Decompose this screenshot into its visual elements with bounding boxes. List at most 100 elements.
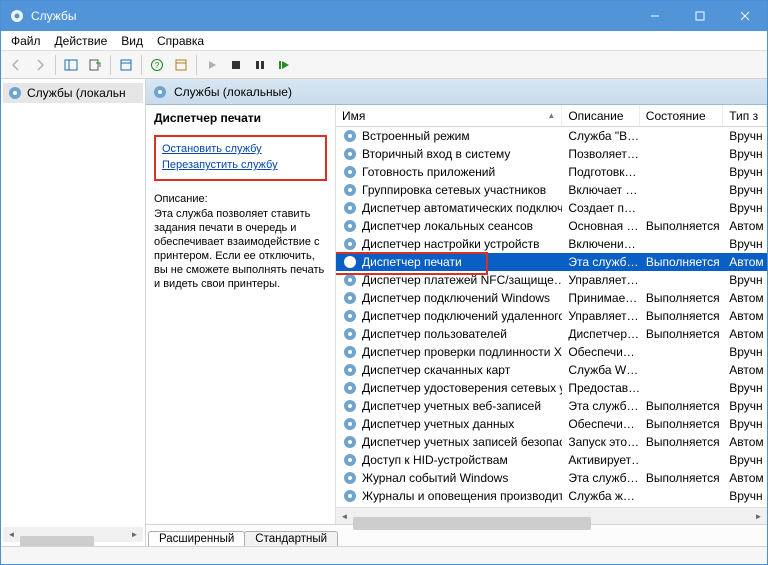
cell-name: Вторичный вход в систему — [336, 145, 562, 163]
column-name[interactable]: Имя▲ — [336, 105, 562, 126]
table-row[interactable]: Диспетчер платежей NFC/защище…Управляет…… — [336, 271, 767, 289]
menu-help[interactable]: Справка — [151, 32, 210, 50]
table-row[interactable]: Диспетчер подключений удаленного…Управля… — [336, 307, 767, 325]
cell-state — [640, 127, 723, 145]
table-row[interactable]: Диспетчер удостоверения сетевых уч…Предо… — [336, 379, 767, 397]
gear-icon — [342, 380, 358, 396]
cell-state: Выполняется — [640, 433, 723, 451]
cell-description: Запуск это… — [562, 433, 639, 451]
column-state[interactable]: Состояние — [640, 105, 723, 126]
cell-name: Диспетчер учетных данных — [336, 415, 562, 433]
menu-view[interactable]: Вид — [115, 32, 149, 50]
menu-file[interactable]: Файл — [5, 32, 47, 50]
cell-description: Создает п… — [562, 199, 639, 217]
tab-standard[interactable]: Стандартный — [244, 531, 338, 546]
sort-arrow-icon: ▲ — [547, 111, 555, 120]
table-row[interactable]: Диспетчер учетных данныхОбеспечи…Выполня… — [336, 415, 767, 433]
maximize-button[interactable] — [677, 1, 722, 31]
menu-action[interactable]: Действие — [49, 32, 114, 50]
cell-type: Вручн — [723, 397, 767, 415]
pause-service-button[interactable] — [249, 54, 271, 76]
refresh-button[interactable] — [115, 54, 137, 76]
scroll-thumb[interactable] — [20, 536, 94, 547]
cell-state — [640, 163, 723, 181]
cell-description: Управляет… — [562, 307, 639, 325]
cell-name: Группировка сетевых участников — [336, 181, 562, 199]
cell-type: Вручн — [723, 127, 767, 145]
restart-service-button[interactable] — [273, 54, 295, 76]
cell-type: Вручн — [723, 487, 767, 505]
cell-state — [640, 235, 723, 253]
cell-name: Диспетчер подключений Windows — [336, 289, 562, 307]
export-list-button[interactable] — [84, 54, 106, 76]
cell-description: Служба ж… — [562, 487, 639, 505]
services-window: Службы Файл Действие Вид Справка ? — [0, 0, 768, 565]
table-row[interactable]: Диспетчер учетных записей безопасн…Запус… — [336, 433, 767, 451]
restart-service-link[interactable]: Перезапустить службу — [162, 157, 319, 173]
help-button[interactable]: ? — [146, 54, 168, 76]
table-row[interactable]: Встроенный режимСлужба "В…Вручн — [336, 127, 767, 145]
tab-extended[interactable]: Расширенный — [148, 531, 245, 546]
table-row[interactable]: Группировка сетевых участниковВключает …… — [336, 181, 767, 199]
table-row[interactable]: Журналы и оповещения производите…Служба … — [336, 487, 767, 505]
cell-type: Вручн — [723, 379, 767, 397]
list-horizontal-scrollbar[interactable]: ◄ ► — [336, 507, 767, 524]
column-startup-type[interactable]: Тип з — [723, 105, 767, 126]
column-description[interactable]: Описание — [562, 105, 639, 126]
content-pane: Службы (локальные) Диспетчер печати Оста… — [146, 79, 767, 546]
cell-description: Управляет… — [562, 271, 639, 289]
scroll-right-button[interactable]: ► — [126, 527, 143, 542]
separator — [55, 55, 56, 75]
cell-state — [640, 199, 723, 217]
table-row[interactable]: Вторичный вход в системуПозволяет…Вручн — [336, 145, 767, 163]
gear-icon — [342, 470, 358, 486]
minimize-button[interactable] — [632, 1, 677, 31]
table-row[interactable]: Журнал событий WindowsЭта служб…Выполняе… — [336, 469, 767, 487]
gear-icon — [342, 488, 358, 504]
toolbar: ? — [1, 51, 767, 79]
list-rows[interactable]: Встроенный режимСлужба "В…ВручнВторичный… — [336, 127, 767, 507]
scroll-right-button[interactable]: ► — [750, 508, 767, 525]
svg-text:?: ? — [155, 61, 160, 70]
table-row[interactable]: Диспетчер локальных сеансовОсновная …Вып… — [336, 217, 767, 235]
nav-back-button[interactable] — [5, 54, 27, 76]
start-service-button[interactable] — [201, 54, 223, 76]
cell-state — [640, 451, 723, 469]
table-row[interactable]: Диспетчер печатиЭта служб…ВыполняетсяАвт… — [336, 253, 767, 271]
tree-item-services-local[interactable]: Службы (локальн — [3, 83, 143, 103]
stop-service-button[interactable] — [225, 54, 247, 76]
table-row[interactable]: Диспетчер проверки подлинности X…Обеспеч… — [336, 343, 767, 361]
tree-horizontal-scrollbar[interactable]: ◄ ► — [3, 527, 143, 542]
stop-service-link[interactable]: Остановить службу — [162, 141, 319, 157]
table-row[interactable]: Диспетчер пользователейДиспетчер…Выполня… — [336, 325, 767, 343]
cell-type: Вручн — [723, 145, 767, 163]
table-row[interactable]: Диспетчер подключений WindowsПринимае…Вы… — [336, 289, 767, 307]
content-header: Службы (локальные) — [146, 79, 767, 105]
close-button[interactable] — [722, 1, 767, 31]
cell-type: Автом — [723, 253, 767, 271]
cell-description: Предостав… — [562, 379, 639, 397]
properties-button[interactable] — [170, 54, 192, 76]
tree-item-label: Службы (локальн — [27, 86, 126, 100]
gear-icon — [342, 182, 358, 198]
scroll-left-button[interactable]: ◄ — [3, 527, 20, 542]
table-row[interactable]: Доступ к HID-устройствамАктивирует…Вручн — [336, 451, 767, 469]
menubar: Файл Действие Вид Справка — [1, 31, 767, 51]
table-row[interactable]: Диспетчер учетных веб-записейЭта служб…В… — [336, 397, 767, 415]
show-hide-tree-button[interactable] — [60, 54, 82, 76]
nav-forward-button[interactable] — [29, 54, 51, 76]
titlebar[interactable]: Службы — [1, 1, 767, 31]
selected-service-name: Диспетчер печати — [154, 111, 327, 125]
cell-name: Диспетчер удостоверения сетевых уч… — [336, 379, 562, 397]
table-row[interactable]: Диспетчер скачанных картСлужба W…Автом — [336, 361, 767, 379]
cell-name: Готовность приложений — [336, 163, 562, 181]
cell-description: Основная … — [562, 217, 639, 235]
cell-state — [640, 271, 723, 289]
cell-name: Диспетчер платежей NFC/защище… — [336, 271, 562, 289]
table-row[interactable]: Диспетчер автоматических подключ…Создает… — [336, 199, 767, 217]
window-title: Службы — [31, 9, 632, 23]
table-row[interactable]: Диспетчер настройки устройствВключени…Вр… — [336, 235, 767, 253]
scroll-left-button[interactable]: ◄ — [336, 508, 353, 525]
table-row[interactable]: Готовность приложенийПодготовк…Вручн — [336, 163, 767, 181]
scroll-thumb[interactable] — [353, 517, 591, 530]
